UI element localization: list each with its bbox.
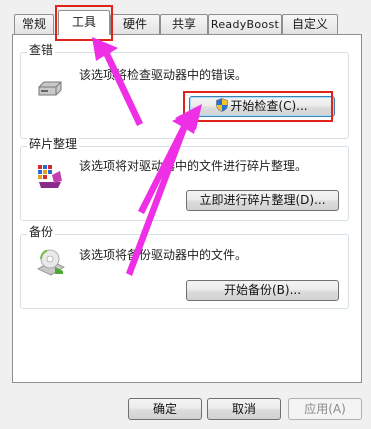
backup-icon — [37, 249, 65, 276]
tab-sharing[interactable]: 共享 — [160, 14, 208, 34]
defrag-now-button[interactable]: 立即进行碎片整理(D)... — [186, 190, 339, 211]
tab-readyboost[interactable]: ReadyBoost — [208, 14, 282, 34]
tab-customize[interactable]: 自定义 — [282, 14, 338, 34]
start-backup-button[interactable]: 开始备份(B)... — [186, 280, 339, 301]
defrag-description: 该选项将对驱动器中的文件进行碎片整理。 — [79, 159, 308, 173]
defrag-icon — [38, 165, 62, 188]
backup-title: 备份 — [27, 225, 56, 239]
backup-description: 该选项将备份驱动器中的文件。 — [79, 248, 248, 262]
apply-button[interactable]: 应用(A) — [288, 398, 362, 420]
defrag-title: 碎片整理 — [27, 137, 80, 151]
cancel-button[interactable]: 取消 — [207, 398, 281, 420]
drive-icon — [38, 81, 62, 96]
tab-hardware[interactable]: 硬件 — [110, 14, 160, 34]
error-check-title: 查错 — [27, 43, 56, 57]
tools-tab-highlight — [55, 5, 113, 41]
error-check-description: 该选项将检查驱动器中的错误。 — [79, 68, 248, 82]
start-check-highlight — [183, 91, 333, 122]
tab-panel: 查错 该选项将检查驱动器中的错误。 开始检查(C)... 碎片整理 该选项将对驱… — [12, 34, 362, 383]
tab-general[interactable]: 常规 — [14, 14, 54, 34]
ok-button[interactable]: 确定 — [128, 398, 202, 420]
